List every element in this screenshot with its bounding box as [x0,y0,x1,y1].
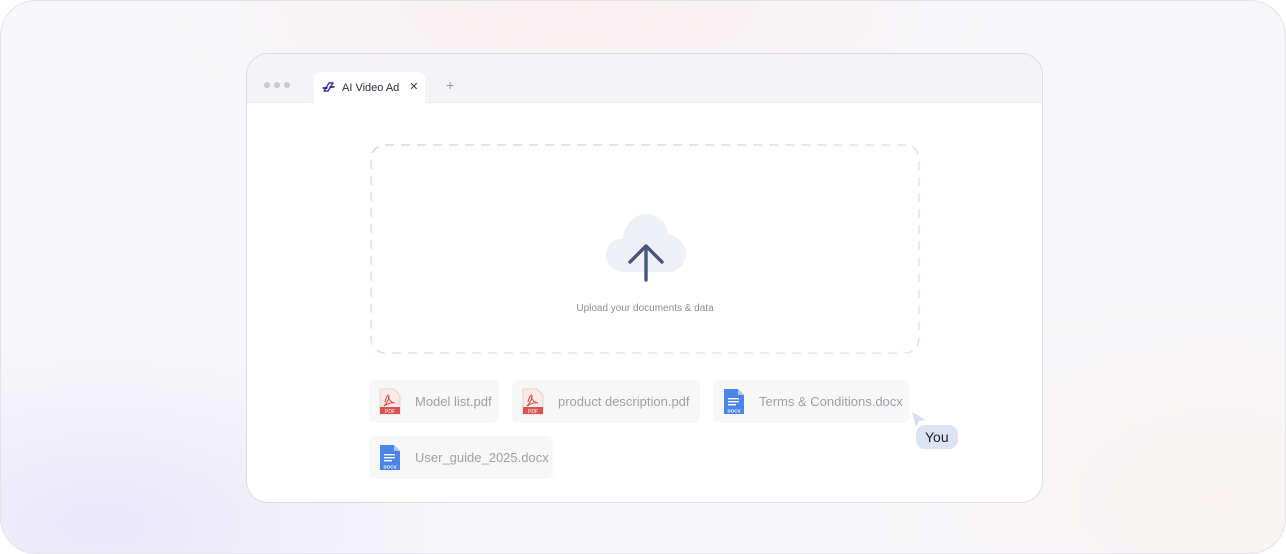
close-icon[interactable]: ✕ [409,82,418,93]
file-chip-terms-conditions[interactable]: DOCX Terms & Conditions.docx [713,380,909,423]
file-name: Model list.pdf [415,394,492,409]
pdf-file-icon: PDF [522,388,544,415]
file-name: User_guide_2025.docx [415,450,549,465]
file-type-label: PDF [528,409,538,415]
window-dot-icon [264,82,270,88]
file-name: product description.pdf [558,394,690,409]
docx-file-icon: DOCX [380,445,400,470]
file-chip-product-description[interactable]: PDF product description.pdf [512,380,700,423]
file-chip-model-list[interactable]: PDF Model list.pdf [369,380,499,423]
window-dot-icon [274,82,280,88]
file-type-label: DOCX [727,409,740,414]
upload-prompt: Upload your documents & data [576,303,714,314]
pdf-file-icon: PDF [379,388,401,415]
cloud-upload-icon [606,214,686,282]
docx-file-icon: DOCX [724,389,744,414]
user-cursor-badge: You [916,425,958,449]
file-name: Terms & Conditions.docx [759,394,903,409]
file-chip-user-guide[interactable]: DOCX User_guide_2025.docx [369,436,553,479]
browser-window: AI Video Ad ✕ + Upload your documents & … [246,53,1043,503]
file-type-label: PDF [385,409,395,415]
brand-logo-icon [322,81,335,94]
upload-dropzone[interactable]: Upload your documents & data You [370,144,958,449]
new-tab-button[interactable]: + [446,78,454,92]
file-type-label: DOCX [383,465,396,470]
title-bar: AI Video Ad ✕ + [247,54,1042,103]
tab-ai-video-ad[interactable]: AI Video Ad ✕ [314,72,425,103]
window-dot-icon [284,82,290,88]
tab-label: AI Video Ad [342,81,400,94]
window-controls[interactable] [264,82,290,88]
app-canvas: AI Video Ad ✕ + Upload your documents & … [0,0,1286,554]
